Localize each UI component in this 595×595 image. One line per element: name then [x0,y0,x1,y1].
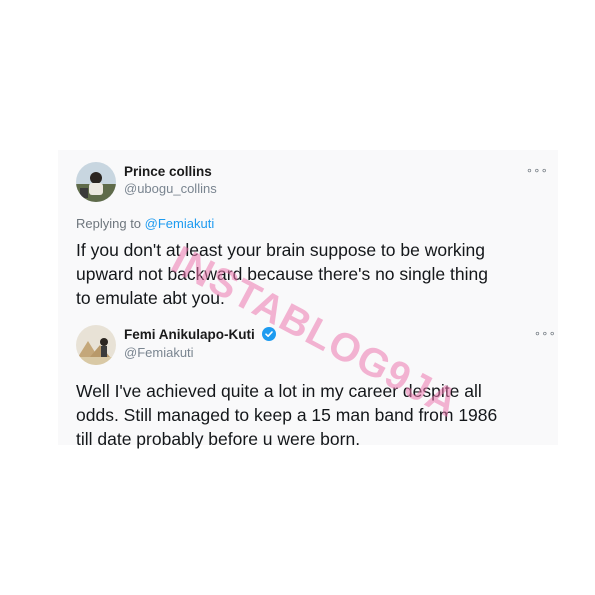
avatar[interactable] [76,162,116,202]
verified-badge-icon [261,327,276,344]
avatar[interactable] [76,325,116,365]
reply-tweet[interactable]: Prince collins @ubogu_collins ∘∘∘ Replyi… [58,150,558,310]
screenshot-canvas: Prince collins @ubogu_collins ∘∘∘ Replyi… [0,0,595,595]
author-handle[interactable]: @Femiakuti [124,345,194,360]
replying-to-prefix: Replying to [76,216,142,231]
tweet-line: upward not backward because there's no s… [76,264,488,284]
tweet-line: to emulate abt you. [76,288,225,308]
tweet-line: Well I've achieved quite a lot in my car… [76,381,482,401]
more-dots-icon[interactable]: ∘∘∘ [526,164,548,177]
more-dots-icon[interactable]: ∘∘∘ [534,327,556,340]
replying-to-handle-link[interactable]: @Femiakuti [145,216,215,231]
replying-to-line: Replying to @Femiakuti [76,216,214,231]
tweet-body: Well I've achieved quite a lot in my car… [76,379,546,451]
author-name[interactable]: Femi Anikulapo-Kuti [124,327,255,342]
tweet-thread-card: Prince collins @ubogu_collins ∘∘∘ Replyi… [58,150,558,449]
response-tweet[interactable]: Femi Anikulapo-Kuti @Femiakuti ∘∘∘ Well … [58,315,558,449]
tweet-body: If you don't at least your brain suppose… [76,238,546,310]
tweet-line: till date probably before u were born. [76,429,361,449]
tweet-line: odds. Still managed to keep a 15 man ban… [76,405,498,425]
author-handle[interactable]: @ubogu_collins [124,181,217,196]
author-name-row: Femi Anikulapo-Kuti [124,327,276,344]
author-name[interactable]: Prince collins [124,164,212,179]
tweet-line: If you don't at least your brain suppose… [76,240,486,260]
